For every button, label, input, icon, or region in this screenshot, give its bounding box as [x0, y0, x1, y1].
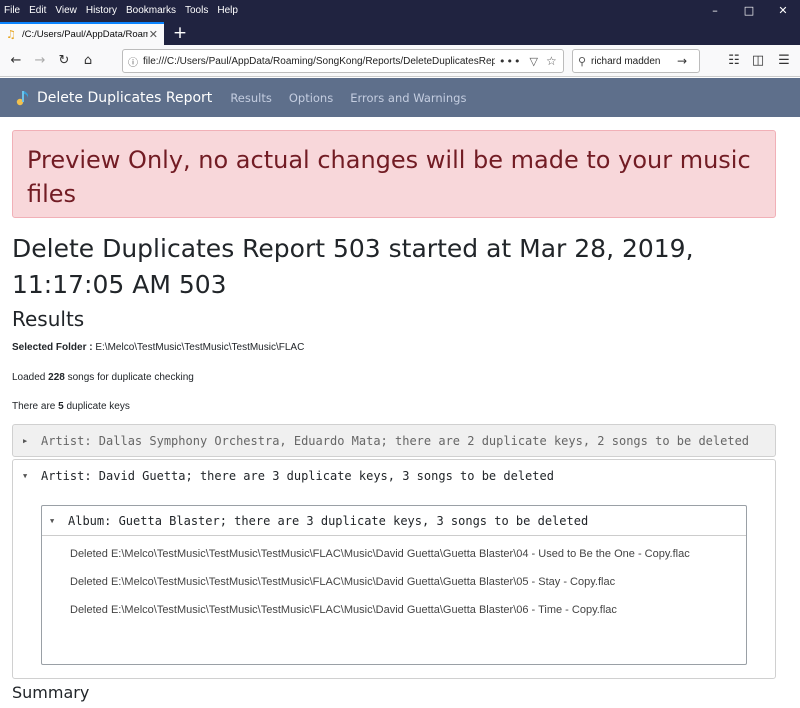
info-icon[interactable]: ⓘ	[123, 54, 143, 69]
album-header[interactable]: ▼ Album: Guetta Blaster; there are 3 dup…	[42, 506, 746, 536]
url-bar[interactable]: ⓘ file:///C:/Users/Paul/AppData/Roaming/…	[122, 49, 564, 73]
search-icon: ⚲	[577, 54, 587, 68]
nav-errors-warnings[interactable]: Errors and Warnings	[350, 91, 466, 105]
artist-label: Artist: Dallas Symphony Orchestra, Eduar…	[41, 433, 750, 448]
loaded-count: 228	[48, 372, 65, 383]
minimize-icon[interactable]: –	[698, 0, 732, 20]
menu-edit[interactable]: Edit	[29, 5, 46, 16]
songkong-logo-icon	[14, 89, 32, 107]
deleted-file: Deleted E:\Melco\TestMusic\TestMusic\Tes…	[70, 576, 616, 588]
music-note-icon: ♫	[6, 27, 16, 41]
loaded-prefix: Loaded	[12, 372, 46, 383]
keys-count: 5	[58, 401, 64, 412]
back-icon[interactable]: ←	[6, 51, 26, 71]
brand-title[interactable]: Delete Duplicates Report	[37, 90, 212, 106]
page-actions-icon[interactable]: •••	[499, 55, 521, 68]
search-go-icon[interactable]: →	[677, 54, 687, 68]
summary-heading: Summary	[12, 683, 90, 702]
selected-folder-value: E:\Melco\TestMusic\TestMusic\TestMusic\F…	[95, 342, 305, 353]
new-tab-icon[interactable]: +	[170, 23, 190, 43]
results-heading: Results	[12, 307, 85, 331]
menu-bar: File Edit View History Bookmarks Tools H…	[4, 0, 247, 20]
preview-alert: Preview Only, no actual changes will be …	[12, 130, 776, 218]
artist-label: Artist: David Guetta; there are 3 duplic…	[41, 468, 554, 483]
keys-suffix: duplicate keys	[66, 401, 130, 412]
caret-down-icon: ▼	[50, 516, 55, 525]
keys-prefix: There are	[12, 401, 56, 412]
forward-icon[interactable]: →	[30, 51, 50, 71]
search-bar[interactable]: ⚲ richard madden →	[572, 49, 700, 73]
menu-help[interactable]: Help	[217, 5, 238, 16]
navigation-toolbar: ← → ↻ ⌂ ⓘ file:///C:/Users/Paul/AppData/…	[0, 45, 800, 77]
sidebar-icon[interactable]: ◫	[748, 51, 768, 71]
artist-card-body: ▼ Album: Guetta Blaster; there are 3 dup…	[13, 491, 775, 679]
menu-tools[interactable]: Tools	[185, 5, 208, 16]
caret-down-icon: ▼	[23, 471, 28, 480]
reload-icon[interactable]: ↻	[54, 51, 74, 71]
window-titlebar: File Edit View History Bookmarks Tools H…	[0, 0, 800, 20]
close-window-icon[interactable]: ✕	[766, 0, 800, 20]
selected-folder-label: Selected Folder :	[12, 342, 93, 353]
menu-view[interactable]: View	[55, 5, 77, 16]
library-icon[interactable]: ☷	[724, 51, 744, 71]
hamburger-menu-icon[interactable]: ☰	[774, 51, 794, 71]
tab-strip: ♫ /C:/Users/Paul/AppData/Roaming/SongKon…	[0, 20, 800, 45]
page-title: Delete Duplicates Report 503 started at …	[12, 234, 694, 299]
pocket-icon[interactable]: ▽	[529, 55, 537, 68]
menu-bookmarks[interactable]: Bookmarks	[126, 5, 176, 16]
browser-tab[interactable]: ♫ /C:/Users/Paul/AppData/Roaming/SongKon…	[0, 22, 164, 45]
artist-header-dallas[interactable]: ▶ Artist: Dallas Symphony Orchestra, Edu…	[13, 425, 775, 456]
caret-right-icon: ▶	[23, 436, 28, 445]
nav-results[interactable]: Results	[230, 91, 272, 105]
bookmark-star-icon[interactable]: ☆	[546, 54, 557, 68]
album-label: Album: Guetta Blaster; there are 3 dupli…	[68, 513, 589, 528]
tab-title: /C:/Users/Paul/AppData/Roaming/SongKong/…	[22, 29, 148, 40]
deleted-file: Deleted E:\Melco\TestMusic\TestMusic\Tes…	[70, 548, 690, 560]
duplicate-keys-count: There are 5 duplicate keys	[12, 398, 788, 416]
artist-header-guetta[interactable]: ▼ Artist: David Guetta; there are 3 dupl…	[13, 460, 775, 491]
report-navbar: Delete Duplicates Report Results Options…	[0, 78, 800, 117]
menu-history[interactable]: History	[86, 5, 117, 16]
nav-options[interactable]: Options	[289, 91, 333, 105]
album-body: Deleted E:\Melco\TestMusic\TestMusic\Tes…	[42, 536, 746, 619]
search-input[interactable]: richard madden	[591, 56, 677, 67]
artist-card-collapsed: ▶ Artist: Dallas Symphony Orchestra, Edu…	[12, 424, 776, 457]
close-tab-icon[interactable]: ✕	[149, 28, 158, 41]
menu-file[interactable]: File	[4, 5, 20, 16]
maximize-icon[interactable]: □	[732, 0, 766, 20]
home-icon[interactable]: ⌂	[78, 51, 98, 71]
report-content: Preview Only, no actual changes will be …	[12, 117, 788, 708]
selected-folder: Selected Folder : E:\Melco\TestMusic\Tes…	[12, 339, 788, 357]
album-card: ▼ Album: Guetta Blaster; there are 3 dup…	[41, 505, 747, 665]
loaded-songs: Loaded 228 songs for duplicate checking	[12, 369, 788, 387]
deleted-file: Deleted E:\Melco\TestMusic\TestMusic\Tes…	[70, 604, 617, 616]
artist-card-expanded: ▼ Artist: David Guetta; there are 3 dupl…	[12, 459, 776, 679]
url-text[interactable]: file:///C:/Users/Paul/AppData/Roaming/So…	[143, 56, 495, 67]
loaded-suffix: songs for duplicate checking	[67, 372, 194, 383]
